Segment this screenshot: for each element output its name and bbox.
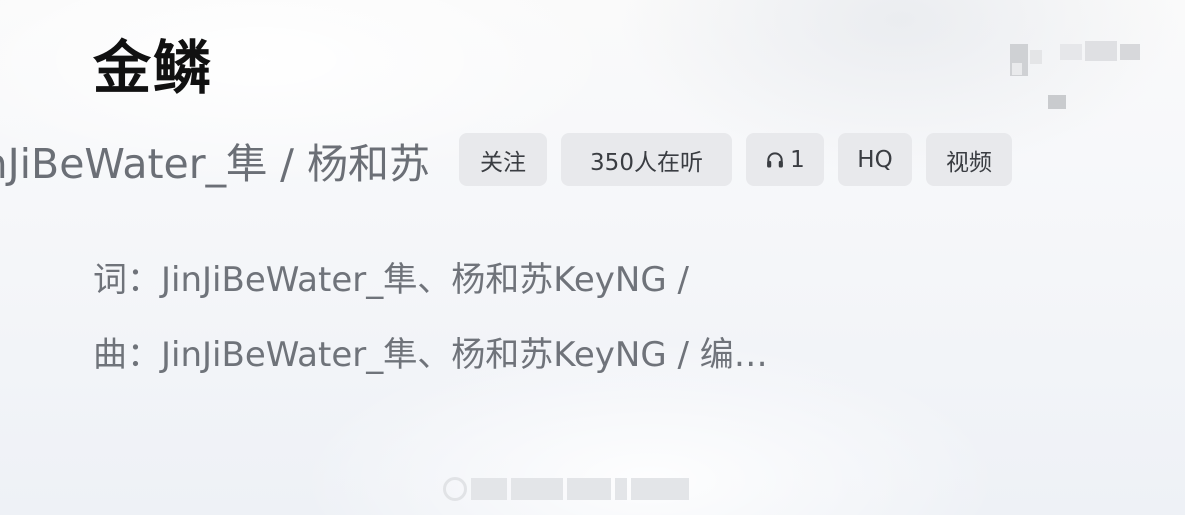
artist-marquee[interactable]: JinJiBeWater_隼 / 杨和苏 — [0, 132, 430, 196]
pixelated-avatar-fragment — [1060, 44, 1082, 60]
watermark-logo-icon — [443, 477, 467, 501]
watermark-blur — [567, 478, 611, 500]
follow-button[interactable]: 关注 — [459, 133, 547, 186]
watermark — [443, 474, 743, 504]
pixelated-avatar-fragment — [1030, 50, 1042, 64]
video-button[interactable]: 视频 — [926, 133, 1012, 186]
listeners-count-badge[interactable]: 350人在听 — [561, 133, 732, 186]
headphone-count: 1 — [790, 146, 805, 173]
composer-credit[interactable]: 曲：JinJiBeWater_隼、杨和苏KeyNG / 编… — [93, 330, 768, 380]
watermark-blur — [511, 478, 563, 500]
pixelated-avatar-fragment — [1085, 41, 1117, 61]
watermark-blur — [615, 478, 627, 500]
hq-badge[interactable]: HQ — [838, 133, 912, 186]
pixelated-avatar-fragment — [1048, 95, 1066, 109]
song-tags: 关注 350人在听 1 HQ 视频 — [459, 133, 1012, 186]
headphone-badge[interactable]: 1 — [746, 133, 824, 186]
watermark-blur — [471, 478, 507, 500]
artist-names: JinJiBeWater_隼 / 杨和苏 — [0, 140, 430, 188]
pixelated-avatar-fragment — [1120, 44, 1140, 60]
lyricist-credit: 词：JinJiBeWater_隼、杨和苏KeyNG / — [93, 260, 689, 300]
watermark-blur — [631, 478, 689, 500]
headphones-icon — [767, 151, 784, 167]
song-title: 金鳞 — [93, 34, 214, 102]
pixelated-avatar-fragment — [1012, 63, 1022, 75]
